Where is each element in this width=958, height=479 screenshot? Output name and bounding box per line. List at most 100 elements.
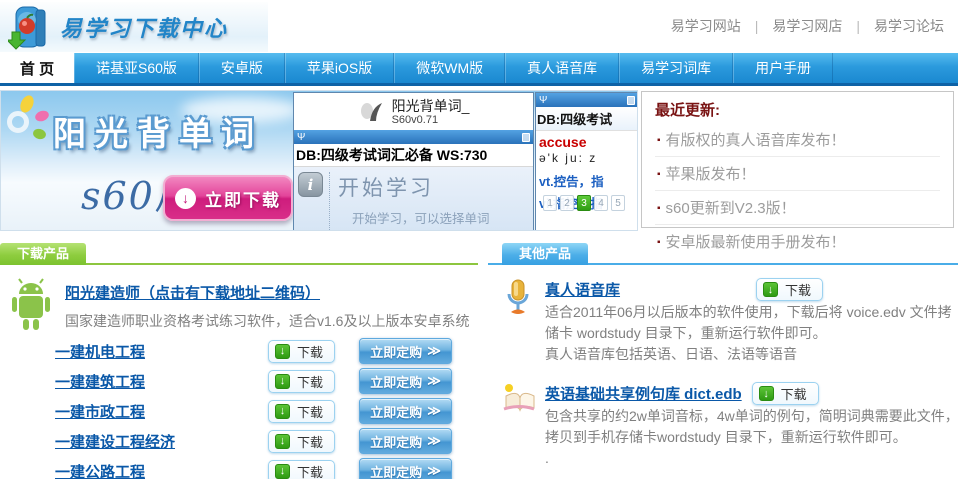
other-product-description: 拷贝到手机存储卡wordstudy 目录下，重新运行软件即可。: [545, 427, 958, 448]
order-now-button[interactable]: 立即定购 ≫: [359, 338, 452, 364]
screenshot-db-line: DB:四级考试: [536, 107, 638, 131]
nav-item-android[interactable]: 安卓版: [199, 53, 285, 83]
product-link[interactable]: 一建市政工程: [55, 401, 268, 422]
update-item[interactable]: s60更新到V2.3版！: [655, 191, 940, 225]
product-link[interactable]: 一建建筑工程: [55, 371, 268, 392]
link-separator: |: [755, 18, 759, 34]
update-item[interactable]: 苹果版发布！: [655, 157, 940, 191]
nav-item-ios[interactable]: 苹果iOS版: [285, 53, 394, 83]
order-now-button[interactable]: 立即定购 ≫: [359, 428, 452, 454]
update-item[interactable]: 安卓版最新使用手册发布！: [655, 225, 940, 258]
screenshot-menu-item: 开始学习: [338, 172, 529, 202]
recent-updates-title: 最近更新:: [655, 97, 940, 123]
product-title-link[interactable]: 阳光建造师（点击有下载地址二维码）: [65, 282, 320, 303]
promo-banner: 阳光背单词 s60版 ↓ 立即下载 阳光背单词_ S60v0.71 Ψ: [0, 90, 638, 231]
microphone-icon: [502, 278, 534, 316]
product-row: 一建市政工程 ↓ 下载 立即定购 ≫: [55, 396, 478, 426]
other-product-item: 英语基础共享例句库 dict.edb ↓ 下载 包含共享的约2w单词音标，4w单…: [502, 381, 958, 469]
tab-other-products: 其他产品: [502, 243, 588, 265]
page-dot-5[interactable]: 5: [611, 195, 625, 211]
tab-download-products: 下载产品: [0, 243, 86, 265]
page-dot-1[interactable]: 1: [543, 195, 557, 211]
app-screenshot-1: 阳光背单词_ S60v0.71 Ψ DB:四级考试词汇必备 WS:730 i 开…: [293, 92, 534, 231]
page-dot-4[interactable]: 4: [594, 195, 608, 211]
product-row: 一建建筑工程 ↓ 下载 立即定购 ≫: [55, 366, 478, 396]
download-arrow-icon: ↓: [763, 282, 778, 297]
antenna-icon: Ψ: [297, 132, 305, 143]
screenshot-meaning: vt.控告，指: [536, 169, 638, 191]
download-products-column: 下载产品 阳光建造师（点击有下载地址二维码） 国家建造师职业资格考试练习软件，适…: [0, 243, 478, 479]
header-links: 易学习网站 | 易学习网店 | 易学习论坛: [671, 16, 944, 36]
screenshot-menu-hint: 开始学习，可以选择单词: [352, 208, 529, 227]
download-button[interactable]: ↓ 下载: [752, 382, 819, 405]
battery-icon: [522, 133, 530, 142]
battery-icon: [627, 96, 635, 105]
product-row: 一建公路工程 ↓ 下载 立即定购 ≫: [55, 456, 478, 479]
screenshot-word: accuse: [536, 131, 638, 150]
other-product-description: 真人语音库包括英语、日语、法语等语音: [545, 344, 958, 365]
download-button[interactable]: ↓ 下载: [268, 430, 335, 453]
nav-item-dictionary[interactable]: 易学习词库: [619, 53, 733, 83]
app-logo-icon: [358, 99, 384, 125]
nav-item-home[interactable]: 首 页: [0, 53, 74, 83]
download-arrow-icon: ↓: [275, 374, 290, 389]
info-icon: i: [298, 172, 323, 197]
flower-decoration: [5, 95, 57, 147]
header-link-shop[interactable]: 易学习网店: [772, 16, 842, 36]
nav-item-nokia-s60[interactable]: 诺基亚S60版: [74, 53, 199, 83]
double-arrow-icon: ≫: [427, 433, 441, 449]
product-link[interactable]: 一建机电工程: [55, 341, 268, 362]
other-product-description: .: [545, 448, 958, 469]
link-separator: |: [856, 18, 860, 34]
recent-updates-panel: 最近更新: 有版权的真人语音库发布！ 苹果版发布！ s60更新到V2.3版！ 安…: [641, 91, 954, 228]
page-dot-2[interactable]: 2: [560, 195, 574, 211]
download-button[interactable]: ↓ 下载: [268, 460, 335, 479]
product-row: 一建机电工程 ↓ 下载 立即定购 ≫: [55, 336, 478, 366]
download-arrow-icon: ↓: [275, 464, 290, 479]
logo-text: 易学习下载中心: [60, 11, 228, 43]
nav-item-manual[interactable]: 用户手册: [733, 53, 833, 83]
screenshot-phonetic: ə'k ju: z: [536, 150, 638, 169]
antenna-icon: Ψ: [539, 95, 547, 106]
book-icon: [502, 382, 536, 414]
product-link[interactable]: 一建公路工程: [55, 461, 268, 479]
double-arrow-icon: ≫: [427, 403, 441, 419]
page-dot-3-active[interactable]: 3: [577, 195, 591, 211]
screenshot-db-line: DB:四级考试词汇必备 WS:730: [294, 144, 533, 167]
header-link-website[interactable]: 易学习网站: [671, 16, 741, 36]
update-item[interactable]: 有版权的真人语音库发布！: [655, 123, 940, 157]
banner-download-button[interactable]: ↓ 立即下载: [163, 175, 293, 221]
double-arrow-icon: ≫: [427, 463, 441, 479]
nav-item-wm[interactable]: 微软WM版: [394, 53, 505, 83]
nav-item-voice-library[interactable]: 真人语音库: [505, 53, 619, 83]
logo-bag-icon: [8, 4, 52, 50]
download-arrow-icon: ↓: [175, 188, 196, 209]
android-icon: [6, 278, 56, 332]
other-product-link[interactable]: 真人语音库: [545, 279, 620, 300]
header-link-forum[interactable]: 易学习论坛: [874, 16, 944, 36]
order-now-button[interactable]: 立即定购 ≫: [359, 398, 452, 424]
products-area: 下载产品 阳光建造师（点击有下载地址二维码） 国家建造师职业资格考试练习软件，适…: [0, 243, 958, 479]
other-product-link[interactable]: 英语基础共享例句库 dict.edb: [545, 383, 742, 404]
double-arrow-icon: ≫: [427, 343, 441, 359]
download-button[interactable]: ↓ 下载: [268, 340, 335, 363]
download-arrow-icon: ↓: [275, 344, 290, 359]
other-product-description: 储卡 wordstudy 目录下，重新运行软件即可。: [545, 323, 958, 344]
logo[interactable]: 易学习下载中心: [0, 2, 268, 52]
download-button[interactable]: ↓ 下载: [756, 278, 823, 301]
other-product-item: 真人语音库 ↓ 下载 适合2011年06月以后版本的软件使用，下载后将 voic…: [502, 277, 958, 365]
other-product-description: 包含共享的约2w单词音标，4w单词的例句，简明词典需要此文件，下: [545, 406, 958, 427]
other-product-description: 适合2011年06月以后版本的软件使用，下载后将 voice.edv 文件拷: [545, 302, 958, 323]
page-header: 易学习下载中心 易学习网站 | 易学习网店 | 易学习论坛: [0, 0, 958, 53]
main-nav: 首 页 诺基亚S60版 安卓版 苹果iOS版 微软WM版 真人语音库 易学习词库…: [0, 53, 958, 86]
download-arrow-icon: ↓: [275, 434, 290, 449]
product-link[interactable]: 一建建设工程经济: [55, 431, 268, 452]
top-band: 阳光背单词 s60版 ↓ 立即下载 阳光背单词_ S60v0.71 Ψ: [0, 90, 958, 233]
order-now-button[interactable]: 立即定购 ≫: [359, 458, 452, 479]
product-description: 国家建造师职业资格考试练习软件，适合v1.6及以上版本安卓系统: [65, 311, 469, 331]
order-now-button[interactable]: 立即定购 ≫: [359, 368, 452, 394]
download-arrow-icon: ↓: [759, 386, 774, 401]
app-title: 阳光背单词_: [392, 98, 470, 114]
download-button[interactable]: ↓ 下载: [268, 370, 335, 393]
download-button[interactable]: ↓ 下载: [268, 400, 335, 423]
